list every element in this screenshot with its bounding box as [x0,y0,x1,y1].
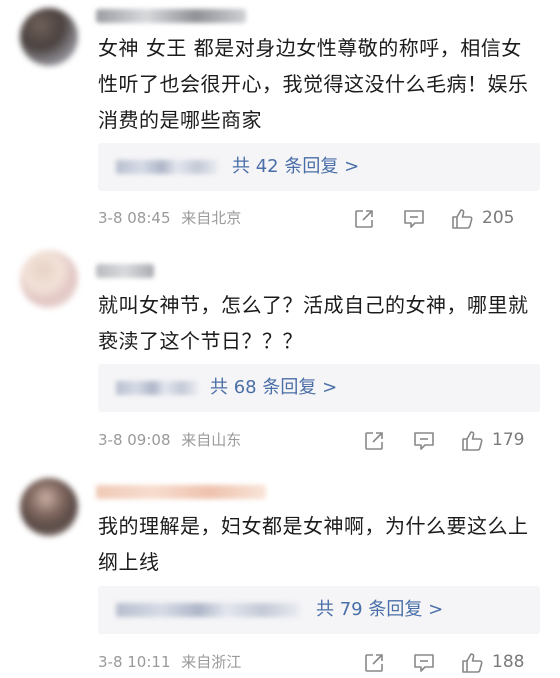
like-icon[interactable] [460,429,484,453]
username[interactable] [96,264,154,278]
comment-meta: 3-8 10:11 来自浙江 [98,650,241,674]
comment-icon[interactable] [402,207,426,231]
comment-text: 女神 女王 都是对身边女性尊敬的称呼，相信女性听了也会很开心，我觉得这没什么毛病… [98,36,529,132]
action-bar: 205 [352,205,542,233]
action-bar: 179 [362,427,542,455]
username[interactable] [96,9,246,23]
share-icon[interactable] [362,429,386,453]
comment-date: 3-8 08:45 [98,209,171,227]
comment-meta: 3-8 09:08 来自山东 [98,428,241,452]
username[interactable] [96,485,266,499]
share-icon[interactable] [352,207,376,231]
like-icon[interactable] [450,207,474,231]
reply-preview [116,160,218,174]
comment-location: 来自山东 [181,431,242,449]
reply-preview [116,603,300,617]
avatar[interactable] [20,250,78,308]
comment-location: 来自北京 [181,209,242,227]
reply-summary[interactable]: 共 42 条回复 > [98,143,540,191]
comment-icon[interactable] [412,429,436,453]
like-count: 205 [482,208,515,228]
reply-preview [116,381,198,395]
share-icon[interactable] [362,651,386,675]
view-replies-link[interactable]: 共 68 条回复 > [210,373,337,403]
reply-summary[interactable]: 共 79 条回复 > [98,586,540,634]
action-bar: 188 [362,649,542,677]
comment-text: 就叫女神节，怎么了？活成自己的女神，哪里就亵渎了这个节日？？？ [98,293,529,353]
reply-summary[interactable]: 共 68 条回复 > [98,364,540,412]
like-count: 179 [492,430,525,450]
avatar[interactable] [20,8,78,66]
like-icon[interactable] [460,651,484,675]
comment-location: 来自浙江 [181,653,242,671]
comment-icon[interactable] [412,651,436,675]
comment-meta: 3-8 08:45 来自北京 [98,206,241,230]
comment-date: 3-8 10:11 [98,653,171,671]
view-replies-link[interactable]: 共 42 条回复 > [232,152,359,182]
avatar[interactable] [20,478,78,536]
comment-text: 我的理解是，妇女都是女神啊，为什么要这么上纲上线 [98,514,529,574]
like-count: 188 [492,652,525,672]
comment-date: 3-8 09:08 [98,431,171,449]
view-replies-link[interactable]: 共 79 条回复 > [316,595,443,625]
